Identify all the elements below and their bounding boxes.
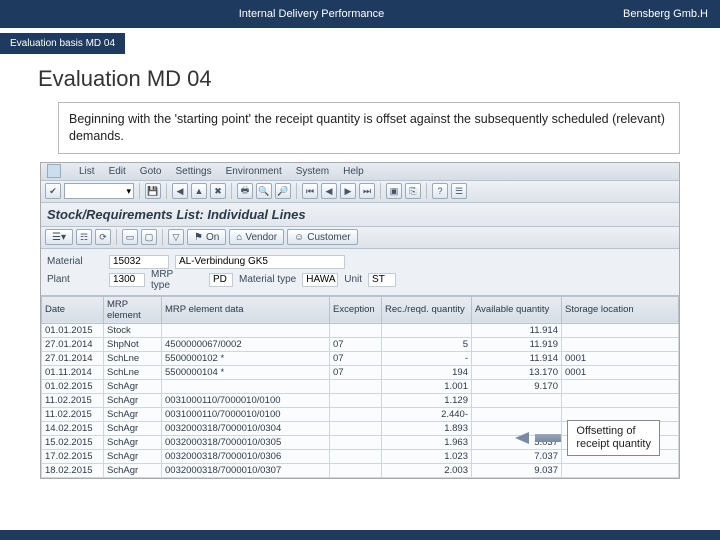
prev-page-icon[interactable]: ◀ (321, 183, 337, 199)
arrow-left-icon (515, 432, 529, 444)
table-row[interactable]: 01.02.2015SchAgr1.0019.170 (42, 379, 679, 393)
plant-value: 1300 (109, 273, 145, 287)
table-row[interactable]: 11.02.2015SchAgr0031000110/7000010/01001… (42, 393, 679, 407)
annotation-callout: Offsetting of receipt quantity (515, 420, 660, 456)
mrptype-label: MRP type (151, 269, 169, 291)
enter-icon[interactable]: ✔ (45, 183, 61, 199)
sap-app-toolbar: ☰▾ ☶ ⟳ ▭ ▢ ▽ ⚑On ⌂Vendor ☺Customer (41, 227, 679, 249)
material-desc: AL-Verbindung GK5 (175, 255, 345, 269)
find-icon[interactable]: 🔍 (256, 183, 272, 199)
menu-list[interactable]: List (79, 166, 95, 177)
menu-edit[interactable]: Edit (109, 166, 126, 177)
col-storage[interactable]: Storage location (562, 296, 679, 323)
show-overview-button[interactable]: ☰▾ (45, 229, 73, 245)
doc-icon[interactable]: ▭ (122, 229, 138, 245)
unit-label: Unit (344, 274, 362, 285)
command-field[interactable]: ▾ (64, 183, 134, 199)
description-box: Beginning with the 'starting point' the … (58, 102, 680, 154)
exit-icon[interactable]: ▲ (191, 183, 207, 199)
col-rec-qty[interactable]: Rec./reqd. quantity (382, 296, 472, 323)
table-row[interactable]: 27.01.2014SchLne5500000102 *07-11.914000… (42, 351, 679, 365)
menu-system[interactable]: System (296, 166, 329, 177)
mattype-label: Material type (239, 274, 296, 285)
mrptype-value: PD (209, 273, 233, 287)
sap-menubar: List Edit Goto Settings Environment Syst… (41, 163, 679, 181)
slide-footer (0, 530, 720, 540)
table-row[interactable]: 01.01.2015Stock11.914 (42, 323, 679, 337)
menu-environment[interactable]: Environment (226, 166, 282, 177)
refresh-icon[interactable]: ⟳ (95, 229, 111, 245)
filter-icon[interactable]: ▽ (168, 229, 184, 245)
menu-help[interactable]: Help (343, 166, 364, 177)
breadcrumb-tab: Evaluation basis MD 04 (0, 33, 125, 54)
material-label: Material (47, 256, 103, 267)
vendor-button[interactable]: ⌂Vendor (229, 229, 284, 245)
menu-goto[interactable]: Goto (140, 166, 162, 177)
layout-icon[interactable]: ☰ (451, 183, 467, 199)
callout-line1: Offsetting of (576, 425, 651, 438)
help-icon[interactable]: ? (432, 183, 448, 199)
material-value: 15032 (109, 255, 169, 269)
back-icon[interactable]: ◀ (172, 183, 188, 199)
grid-header-row: Date MRP element MRP element data Except… (42, 296, 679, 323)
last-page-icon[interactable]: ⏭ (359, 183, 375, 199)
col-date[interactable]: Date (42, 296, 104, 323)
col-mrp-data[interactable]: MRP element data (162, 296, 330, 323)
unit-value: ST (368, 273, 396, 287)
next-page-icon[interactable]: ▶ (340, 183, 356, 199)
details-icon[interactable]: ☶ (76, 229, 92, 245)
plant-label: Plant (47, 274, 103, 285)
table-row[interactable]: 01.11.2014SchLne5500000104 *0719413.1700… (42, 365, 679, 379)
col-avail-qty[interactable]: Available quantity (472, 296, 562, 323)
save-icon[interactable]: 💾 (145, 183, 161, 199)
page-title: Evaluation MD 04 (0, 54, 720, 102)
print-icon[interactable]: 🖶 (237, 183, 253, 199)
callout-box: Offsetting of receipt quantity (567, 420, 660, 456)
col-exception[interactable]: Exception (330, 296, 382, 323)
table-row[interactable]: 18.02.2015SchAgr0032000318/7000010/03072… (42, 463, 679, 477)
tree-icon[interactable]: ▢ (141, 229, 157, 245)
filter-on-button[interactable]: ⚑On (187, 229, 226, 245)
slide-header: Internal Delivery Performance Bensberg G… (0, 0, 720, 28)
first-page-icon[interactable]: ⏮ (302, 183, 318, 199)
mattype-value: HAWA (302, 273, 338, 287)
col-mrp-element[interactable]: MRP element (104, 296, 162, 323)
arrow-tail (535, 434, 561, 442)
header-title: Internal Delivery Performance (0, 8, 623, 20)
breadcrumb: Evaluation basis MD 04 (0, 28, 720, 54)
table-row[interactable]: 27.01.2014ShpNot4500000067/000207511.919 (42, 337, 679, 351)
find-next-icon[interactable]: 🔎 (275, 183, 291, 199)
sap-standard-toolbar: ✔ ▾ 💾 ◀ ▲ ✖ 🖶 🔍 🔎 ⏮ ◀ ▶ ⏭ ▣ ⎘ ? ☰ (41, 181, 679, 203)
sap-window-icon[interactable] (47, 164, 61, 178)
shortcut-icon[interactable]: ⎘ (405, 183, 421, 199)
header-company: Bensberg Gmb.H (623, 8, 720, 20)
new-session-icon[interactable]: ▣ (386, 183, 402, 199)
header-info: Material 15032 AL-Verbindung GK5 Plant 1… (41, 249, 679, 296)
cancel-icon[interactable]: ✖ (210, 183, 226, 199)
sap-screen-title: Stock/Requirements List: Individual Line… (41, 203, 679, 227)
menu-settings[interactable]: Settings (175, 166, 211, 177)
callout-line2: receipt quantity (576, 438, 651, 451)
customer-button[interactable]: ☺Customer (287, 229, 358, 245)
